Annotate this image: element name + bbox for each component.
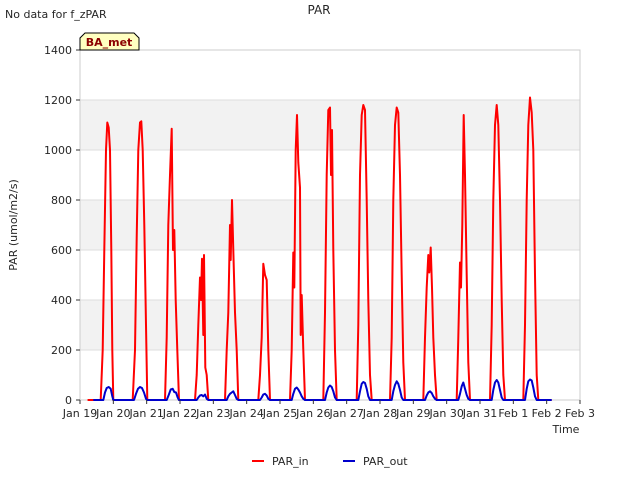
y-tick-label: 1000 (44, 144, 72, 157)
x-tick-label: Jan 30 (428, 407, 463, 420)
x-tick-label: Feb 2 (532, 407, 562, 420)
y-tick-label: 1400 (44, 44, 72, 57)
x-tick-label: Jan 22 (162, 407, 197, 420)
x-tick-label: Jan 20 (95, 407, 130, 420)
no-data-note: No data for f_zPAR (5, 8, 107, 21)
background-band (80, 300, 580, 350)
site-label: BA_met (86, 36, 133, 49)
y-axis: 0 200 400 600 800 1000 1200 1400 (44, 44, 80, 407)
x-tick-label: Jan 21 (128, 407, 163, 420)
y-tick-label: 600 (51, 244, 72, 257)
x-axis-label: Time (552, 423, 580, 436)
x-tick-label: Jan 25 (262, 407, 297, 420)
x-axis: Jan 19Jan 20Jan 21Jan 22Jan 23Jan 24Jan … (62, 400, 595, 420)
x-tick-label: Jan 19 (62, 407, 97, 420)
x-tick-label: Feb 3 (565, 407, 595, 420)
x-tick-label: Jan 23 (195, 407, 230, 420)
legend: PAR_in PAR_out (252, 455, 408, 468)
x-tick-label: Jan 26 (295, 407, 330, 420)
site-label-box: BA_met (79, 32, 140, 51)
background-band (80, 200, 580, 250)
x-tick-label: Feb 1 (498, 407, 528, 420)
y-axis-label: PAR (umol/m2/s) (7, 179, 20, 271)
x-tick-label: Jan 28 (362, 407, 397, 420)
chart-title: PAR (307, 3, 330, 17)
x-tick-label: Jan 27 (328, 407, 363, 420)
legend-label: PAR_out (363, 455, 408, 468)
x-tick-label: Jan 31 (462, 407, 497, 420)
y-tick-label: 800 (51, 194, 72, 207)
y-tick-label: 200 (51, 344, 72, 357)
chart: No data for f_zPAR PAR 0 200 400 600 800 1000… (5, 3, 595, 468)
legend-label: PAR_in (272, 455, 309, 468)
x-tick-label: Jan 24 (228, 407, 263, 420)
x-tick-label: Jan 29 (395, 407, 430, 420)
y-tick-label: 1200 (44, 94, 72, 107)
y-tick-label: 0 (65, 394, 72, 407)
y-tick-label: 400 (51, 294, 72, 307)
